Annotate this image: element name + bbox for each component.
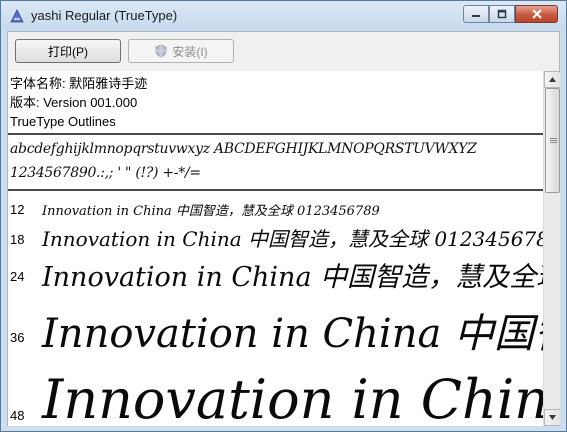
sample-row-48: 48 Innovation in China	[8, 366, 543, 426]
grip-line	[550, 142, 557, 143]
vertical-scrollbar[interactable]	[543, 71, 561, 426]
title-bar[interactable]: yashi Regular (TrueType)	[1, 1, 566, 31]
sample-text: Innovation in China	[42, 368, 543, 426]
sample-row-36: 36 Innovation in China 中国智造	[8, 301, 543, 357]
font-info: 字体名称: 默陌雅诗手迹 版本: Version 001.000 TrueTyp…	[10, 74, 147, 131]
font-viewer-window: yashi Regular (TrueType) 打印(P) 安装(I) 字体名…	[0, 0, 567, 432]
print-button-label: 打印(P)	[48, 44, 88, 59]
divider-top	[8, 133, 543, 135]
grip-line	[550, 138, 557, 139]
font-file-icon	[10, 9, 24, 23]
window-frame-right	[560, 31, 566, 431]
sample-text: Innovation in China 中国智造，慧及全球 0123456789	[42, 227, 543, 251]
maximize-button[interactable]	[489, 5, 515, 23]
scroll-thumb[interactable]	[545, 88, 560, 193]
sample-size-label: 48	[10, 408, 25, 423]
charset-letters: abcdefghijklmnopqrstuvwxyz ABCDEFGHIJKLM…	[10, 141, 477, 157]
close-icon	[531, 9, 542, 19]
font-preview-area[interactable]: 字体名称: 默陌雅诗手迹 版本: Version 001.000 TrueTyp…	[7, 71, 543, 426]
arrow-up-icon	[549, 77, 556, 82]
charset-symbols: 1234567890.:,; ' " (!?) +-*/=	[10, 165, 201, 181]
caption-buttons	[463, 5, 558, 23]
sample-row-12: 12 Innovation in China 中国智造，慧及全球 0123456…	[8, 199, 543, 219]
sample-size-label: 24	[10, 269, 25, 284]
sample-size-label: 18	[10, 232, 25, 247]
install-button-label: 安装(I)	[172, 44, 208, 59]
window-title: yashi Regular (TrueType)	[31, 8, 178, 23]
install-button[interactable]: 安装(I)	[128, 39, 234, 63]
arrow-down-icon	[549, 415, 556, 420]
outline-type-line: TrueType Outlines	[10, 114, 116, 129]
minimize-button[interactable]	[463, 5, 489, 23]
sample-size-label: 36	[10, 330, 25, 345]
sample-text: Innovation in China 中国智造，慧及全球 0123456789	[42, 204, 380, 219]
version-line: 版本: Version 001.000	[10, 95, 138, 110]
sample-row-24: 24 Innovation in China 中国智造，慧及全球	[8, 255, 543, 293]
scroll-down-button[interactable]	[544, 409, 561, 426]
scroll-up-button[interactable]	[544, 71, 561, 88]
close-button[interactable]	[515, 5, 558, 23]
sample-text: Innovation in China 中国智造	[42, 311, 543, 357]
sample-row-18: 18 Innovation in China 中国智造，慧及全球 0123456…	[8, 223, 543, 251]
maximize-icon	[497, 9, 507, 19]
sample-size-label: 12	[10, 202, 25, 217]
print-button[interactable]: 打印(P)	[15, 39, 121, 63]
minimize-icon	[472, 15, 480, 17]
shield-icon	[155, 44, 167, 58]
toolbar: 打印(P) 安装(I)	[7, 31, 560, 72]
grip-line	[550, 140, 557, 141]
sample-text: Innovation in China 中国智造，慧及全球	[42, 262, 543, 293]
font-name-line: 字体名称: 默陌雅诗手迹	[10, 76, 148, 91]
divider-bottom	[8, 189, 543, 191]
window-frame-bottom	[1, 426, 566, 431]
